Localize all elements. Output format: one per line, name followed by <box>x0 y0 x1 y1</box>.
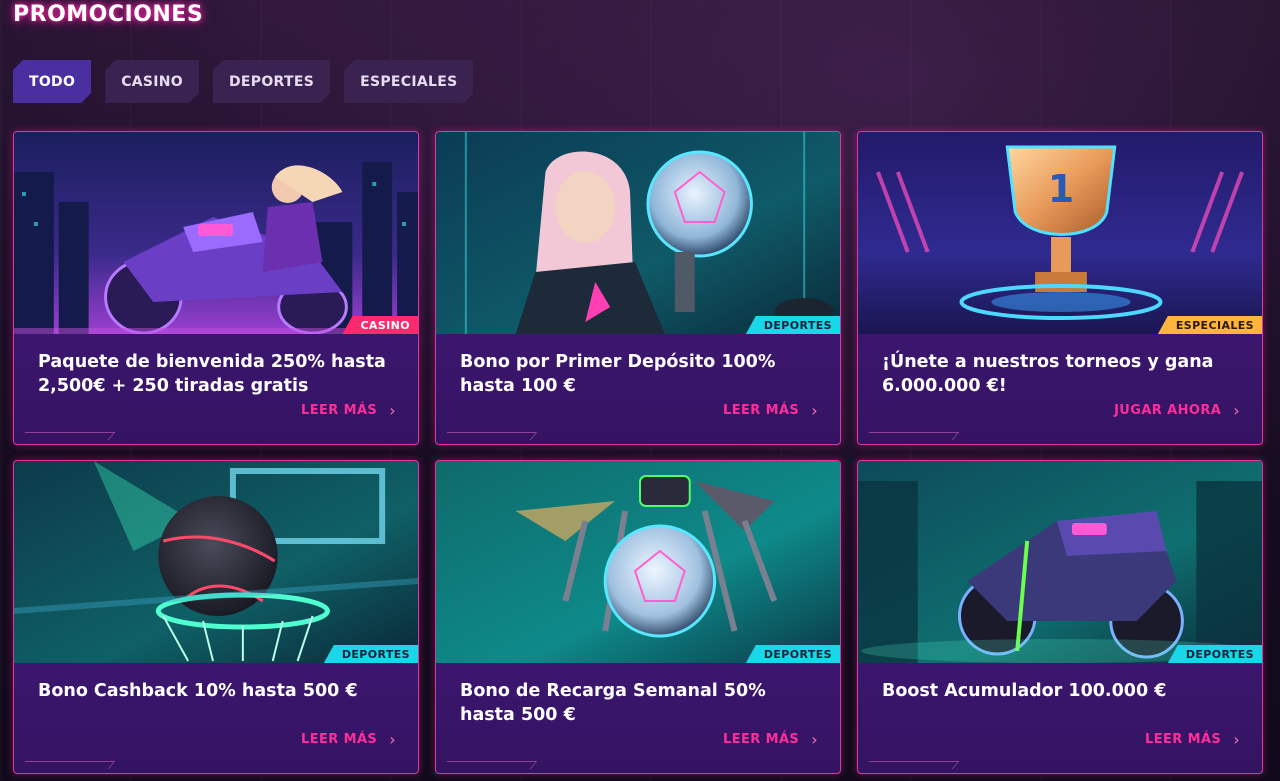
svg-text:1: 1 <box>1048 167 1074 211</box>
card-corner-decoration <box>18 761 116 769</box>
category-badge: DEPORTES <box>1167 645 1262 663</box>
promo-card-accumulator-boost[interactable]: DEPORTES Boost Acumulador 100.000 € LEER… <box>857 460 1263 774</box>
read-more-link[interactable]: LEER MÁS › <box>723 730 818 749</box>
category-badge: ESPECIALES <box>1157 316 1262 334</box>
promo-image-woman-with-ball <box>436 132 840 334</box>
card-corner-decoration <box>18 432 116 440</box>
cta-label: JUGAR AHORA <box>1114 403 1222 418</box>
read-more-link[interactable]: LEER MÁS › <box>301 730 396 749</box>
chevron-right-icon: › <box>1233 730 1240 749</box>
chevron-right-icon: › <box>389 730 396 749</box>
category-badge: DEPORTES <box>745 645 840 663</box>
promo-title: Bono Cashback 10% hasta 500 € <box>38 681 358 701</box>
promo-title: Bono por Primer Depósito 100% hasta 100 … <box>460 352 776 396</box>
cta-label: LEER MÁS <box>301 403 378 418</box>
promo-title: Bono de Recarga Semanal 50% hasta 500 € <box>460 681 766 725</box>
cta-label: LEER MÁS <box>1145 732 1222 747</box>
tab-deportes[interactable]: DEPORTES <box>213 60 330 103</box>
promo-title: ¡Únete a nuestros torneos y gana 6.000.0… <box>882 352 1214 396</box>
read-more-link[interactable]: LEER MÁS › <box>1145 730 1240 749</box>
tab-casino[interactable]: CASINO <box>105 60 199 103</box>
category-badge: DEPORTES <box>323 645 418 663</box>
chevron-right-icon: › <box>389 401 396 420</box>
promo-title: Paquete de bienvenida 250% hasta 2,500€ … <box>38 352 386 396</box>
chevron-right-icon: › <box>1233 401 1240 420</box>
promo-image-trophy: 1 <box>858 132 1262 334</box>
cta-label: LEER MÁS <box>723 732 800 747</box>
filter-tabs: TODO CASINO DEPORTES ESPECIALES <box>13 60 473 103</box>
page-title: PROMOCIONES <box>13 2 204 27</box>
tab-especiales[interactable]: ESPECIALES <box>344 60 473 103</box>
card-corner-decoration <box>862 432 960 440</box>
chevron-right-icon: › <box>811 401 818 420</box>
promo-card-tournaments[interactable]: 1 ESPECIALES ¡Únete a nuestros torneos y… <box>857 131 1263 445</box>
card-corner-decoration <box>862 761 960 769</box>
cta-label: LEER MÁS <box>723 403 800 418</box>
read-more-link[interactable]: LEER MÁS › <box>301 401 396 420</box>
tab-todo[interactable]: TODO <box>13 60 91 103</box>
play-now-link[interactable]: JUGAR AHORA › <box>1114 401 1240 420</box>
chevron-right-icon: › <box>811 730 818 749</box>
cta-label: LEER MÁS <box>301 732 378 747</box>
promo-title: Boost Acumulador 100.000 € <box>882 681 1167 701</box>
category-badge: CASINO <box>342 316 418 334</box>
promo-card-weekly-reload[interactable]: DEPORTES Bono de Recarga Semanal 50% has… <box>435 460 841 774</box>
promo-image-basketball-hoop <box>14 461 418 663</box>
promo-card-cashback[interactable]: DEPORTES Bono Cashback 10% hasta 500 € L… <box>13 460 419 774</box>
promo-image-motorcycle-garage <box>858 461 1262 663</box>
card-corner-decoration <box>440 432 538 440</box>
promo-image-robot-drone-ball <box>436 461 840 663</box>
promo-card-first-deposit[interactable]: DEPORTES Bono por Primer Depósito 100% h… <box>435 131 841 445</box>
promotions-grid: CASINO Paquete de bienvenida 250% hasta … <box>13 131 1263 774</box>
card-corner-decoration <box>440 761 538 769</box>
promo-card-welcome-package[interactable]: CASINO Paquete de bienvenida 250% hasta … <box>13 131 419 445</box>
category-badge: DEPORTES <box>745 316 840 334</box>
read-more-link[interactable]: LEER MÁS › <box>723 401 818 420</box>
promo-image-motorcycle-rider <box>14 132 418 334</box>
